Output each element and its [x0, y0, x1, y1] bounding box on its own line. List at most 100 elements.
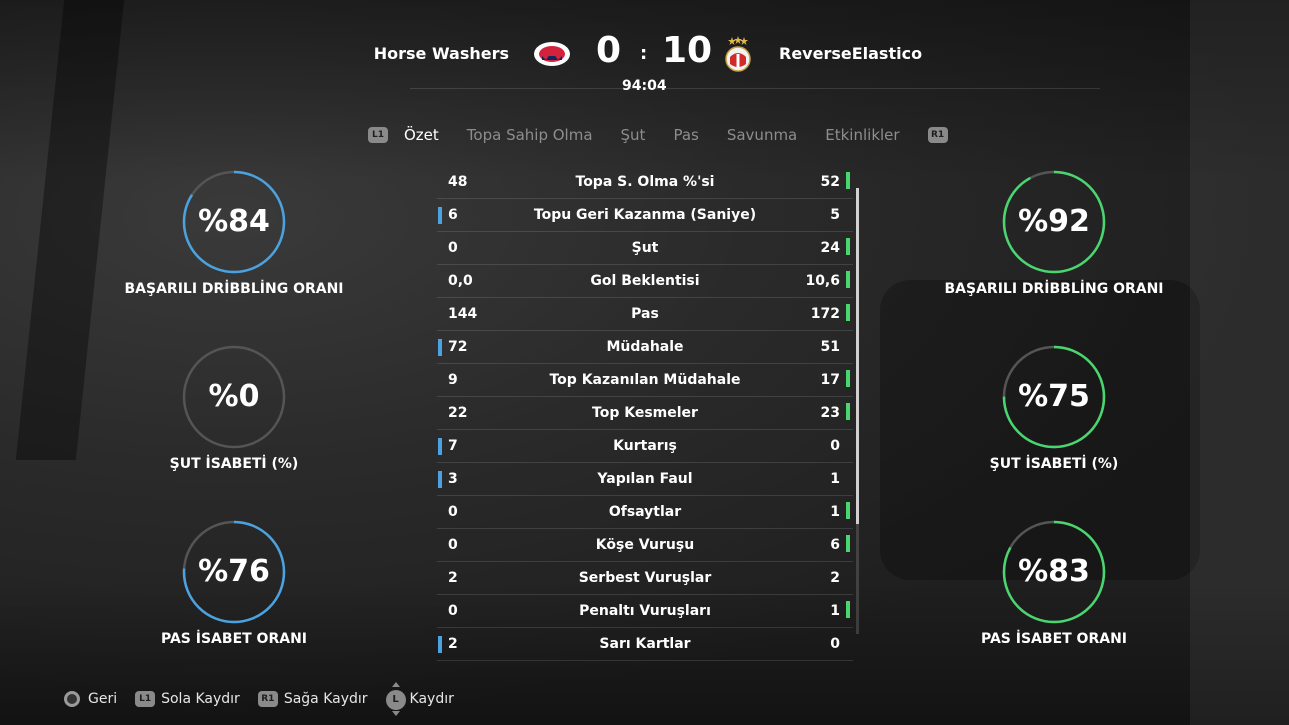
stat-row: 0 Ofsaytlar 1 — [437, 496, 853, 529]
tab-passes[interactable]: Pas — [673, 126, 698, 144]
stat-row: 0 Köşe Vuruşu 6 — [437, 529, 853, 562]
stat-row: 0 Şut 24 — [437, 232, 853, 265]
away-leader-bar — [846, 304, 850, 321]
away-gauge-label: BAŞARILI DRİBBLİNG ORANI — [944, 281, 1164, 297]
stat-row: 2 Serbest Vuruşlar 2 — [437, 562, 853, 595]
stat-row: 9 Top Kazanılan Müdahale 17 — [437, 364, 853, 397]
away-leader-bar — [846, 238, 850, 255]
tab-defence[interactable]: Savunma — [727, 126, 797, 144]
away-stat-value: 0 — [830, 636, 840, 652]
away-gauge: %92 — [1000, 168, 1108, 276]
home-gauge-value: %84 — [198, 204, 270, 239]
away-stat-value: 24 — [820, 240, 840, 256]
stat-row: 3 Yapılan Faul 1 — [437, 463, 853, 496]
stat-name: Topa S. Olma %'si — [575, 174, 715, 190]
scroll-right-label: Sağa Kaydır — [283, 691, 368, 707]
stat-name: Kurtarış — [613, 438, 677, 454]
scroll-label: Kaydır — [409, 691, 454, 707]
stat-row: 0 Penaltı Vuruşları 1 — [437, 595, 853, 628]
scroll-left-label: Sola Kaydır — [161, 691, 240, 707]
away-stat-value: 2 — [830, 570, 840, 586]
stat-name: Ofsaytlar — [608, 504, 682, 520]
away-gauge-label: ŞUT İSABETİ (%) — [989, 456, 1119, 472]
stat-row: 72 Müdahale 51 — [437, 331, 853, 364]
r1-button-icon[interactable]: R1 — [927, 127, 948, 143]
stat-name: Top Kesmeler — [592, 405, 698, 421]
stats-tabs: L1 Özet Topa Sahip Olma Şut Pas Savunma … — [368, 124, 948, 146]
away-leader-bar — [846, 403, 850, 420]
away-stat-value: 172 — [810, 306, 840, 322]
home-gauge-value: %76 — [198, 554, 270, 589]
home-gauge-label: BAŞARILI DRİBBLİNG ORANI — [124, 281, 344, 297]
home-gauge: %76 — [180, 518, 288, 626]
back-label: Geri — [88, 691, 118, 707]
away-leader-bar — [846, 502, 850, 519]
score-separator: : — [640, 43, 648, 64]
header-divider — [410, 88, 1100, 89]
away-gauge-label: PAS İSABET ORANI — [981, 631, 1127, 647]
scrollbar-thumb[interactable] — [856, 188, 859, 524]
tab-shots[interactable]: Şut — [621, 126, 646, 144]
left-stick-icon: L — [385, 682, 406, 716]
home-gauge-value: %0 — [208, 379, 260, 414]
away-leader-bar — [846, 601, 850, 618]
away-leader-bar — [846, 172, 850, 189]
stat-name: Müdahale — [606, 339, 684, 355]
away-team-crest-icon — [725, 36, 751, 72]
away-stat-value: 6 — [830, 537, 840, 553]
home-team-crest-icon — [534, 42, 570, 66]
away-team-name: ReverseElastico — [779, 44, 923, 63]
away-leader-bar — [846, 370, 850, 387]
stat-name: Serbest Vuruşlar — [578, 570, 712, 586]
away-stat-value: 5 — [830, 207, 840, 223]
stat-row: 2 Sarı Kartlar 0 — [437, 628, 853, 661]
away-gauge-value: %92 — [1018, 204, 1090, 239]
tab-events[interactable]: Etkinlikler — [825, 126, 899, 144]
stat-row: 22 Top Kesmeler 23 — [437, 397, 853, 430]
controls-footer: Geri L1 Sola Kaydır R1 Sağa Kaydır L Kay… — [64, 682, 472, 716]
r1-button-icon: R1 — [257, 691, 278, 707]
stats-scrollbar[interactable] — [856, 188, 859, 634]
stat-name: Köşe Vuruşu — [595, 537, 695, 553]
l1-button-icon: L1 — [135, 691, 156, 707]
tab-summary[interactable]: Özet — [404, 126, 439, 144]
away-stat-value: 23 — [820, 405, 840, 421]
stat-row: 144 Pas 172 — [437, 298, 853, 331]
stat-name: Sarı Kartlar — [599, 636, 691, 652]
stat-name: Pas — [631, 306, 659, 322]
stat-row: 48 Topa S. Olma %'si 52 — [437, 166, 853, 199]
home-team-name: Horse Washers — [373, 44, 509, 63]
scroll-right-control[interactable]: R1 Sağa Kaydır — [257, 691, 368, 707]
away-stat-value: 52 — [820, 174, 840, 190]
away-leader-bar — [846, 535, 850, 552]
away-stat-value: 10,6 — [805, 273, 840, 289]
back-control[interactable]: Geri — [64, 691, 117, 707]
background-decor — [1190, 0, 1289, 725]
stat-name: Gol Beklentisi — [590, 273, 700, 289]
away-gauge: %75 — [1000, 343, 1108, 451]
home-gauge-label: ŞUT İSABETİ (%) — [169, 456, 299, 472]
away-stat-value: 51 — [820, 339, 840, 355]
l1-button-icon[interactable]: L1 — [368, 127, 388, 143]
circle-button-icon — [64, 691, 80, 707]
stat-name: Top Kazanılan Müdahale — [549, 372, 741, 388]
stat-row: 7 Kurtarış 0 — [437, 430, 853, 463]
scroll-control[interactable]: L Kaydır — [385, 682, 454, 716]
away-leader-bar — [846, 271, 850, 288]
stat-name: Topu Geri Kazanma (Saniye) — [533, 207, 757, 223]
home-gauge: %84 — [180, 168, 288, 276]
away-stat-value: 1 — [830, 471, 840, 487]
match-time: 94:04 — [622, 78, 667, 94]
home-gauge-label: PAS İSABET ORANI — [161, 631, 307, 647]
home-gauge: %0 — [180, 343, 288, 451]
tab-possession[interactable]: Topa Sahip Olma — [467, 126, 593, 144]
away-gauge: %83 — [1000, 518, 1108, 626]
stats-table[interactable]: 48 Topa S. Olma %'si 52 6 Topu Geri Kazanma … — [437, 166, 853, 661]
away-gauge-value: %83 — [1018, 554, 1090, 589]
away-gauge-value: %75 — [1018, 379, 1090, 414]
stat-name: Penaltı Vuruşları — [579, 603, 711, 619]
away-stat-value: 1 — [830, 504, 840, 520]
stat-name: Yapılan Faul — [597, 471, 693, 487]
scroll-left-control[interactable]: L1 Sola Kaydır — [135, 691, 240, 707]
stat-name: Şut — [631, 240, 659, 256]
